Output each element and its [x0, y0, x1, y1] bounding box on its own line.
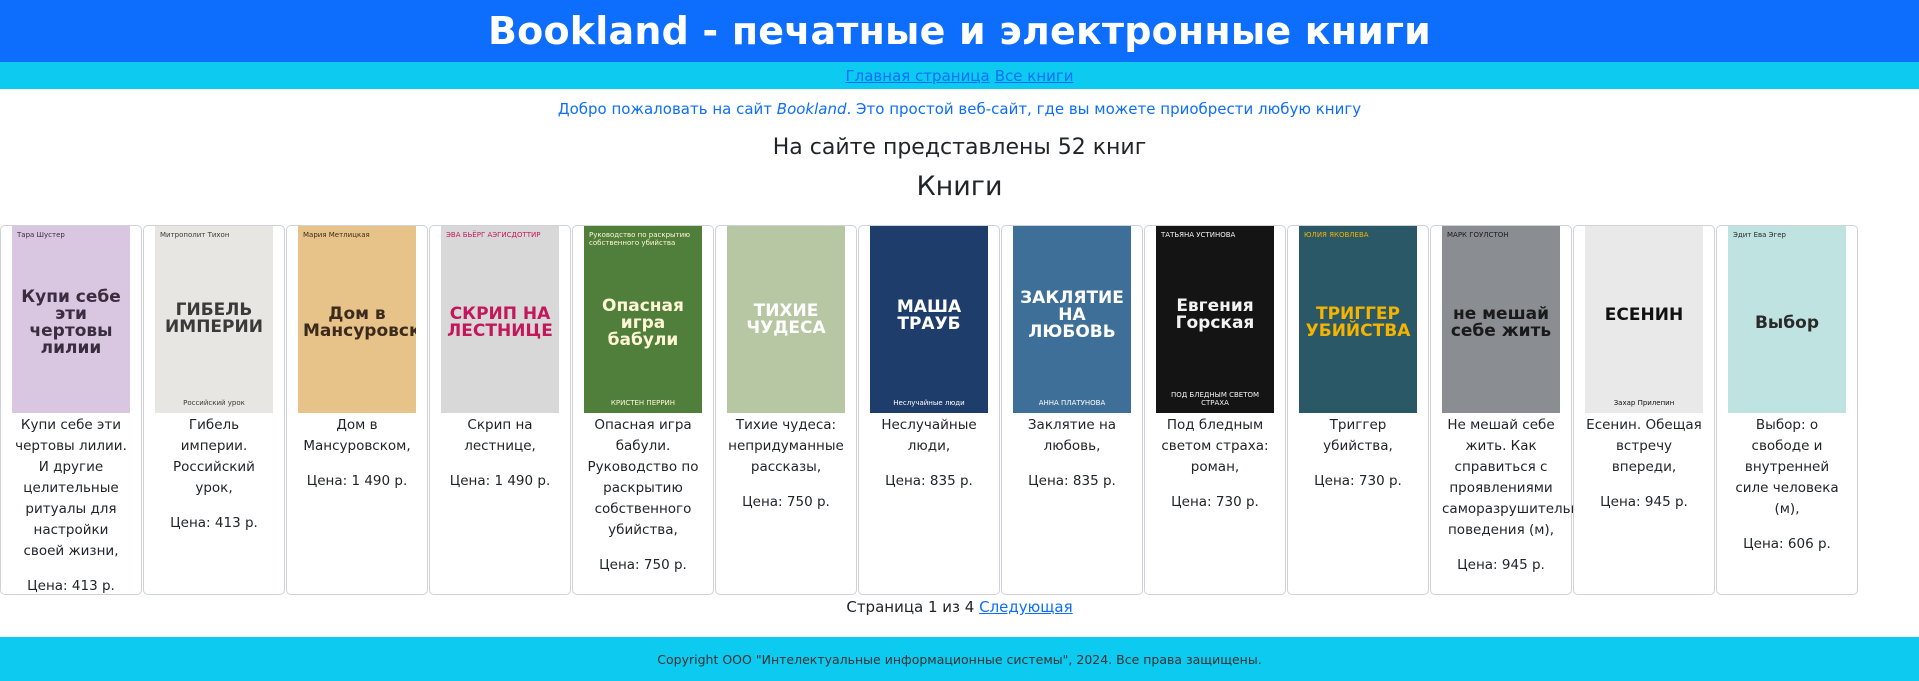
book-cover-image[interactable]: Митрополит Тихон ГИБЕЛЬ ИМПЕРИИ Российский… [155, 226, 273, 413]
cover-subtitle: КРИСТЕН ПЕРРИН [610, 399, 676, 407]
cover-author: Мария Метлицкая [303, 231, 370, 239]
book-card[interactable]: МАША ТРАУБ Неслучайные люди Неслучайные лю… [858, 225, 1000, 595]
book-price: Цена: 730 р. [1314, 473, 1402, 489]
cover-title: Евгения Горская [1175, 296, 1255, 334]
book-title[interactable]: Неслучайные люди, [864, 415, 994, 457]
book-card[interactable]: Тара Шустер Купи себе эти чертовы лилии Ку… [0, 225, 142, 595]
book-cover-image[interactable]: ТИХИЕ ЧУДЕСА [727, 226, 845, 413]
book-cover-image[interactable]: Мария Метлицкая Дом в Мансуровском [298, 226, 416, 413]
book-price: Цена: 945 р. [1457, 557, 1545, 573]
cover-title: ГИБЕЛЬ ИМПЕРИИ [165, 300, 263, 338]
book-title[interactable]: Под бледным светом страха: роман, [1150, 415, 1280, 478]
cover-title: ТИХИЕ ЧУДЕСА [746, 300, 826, 338]
book-card[interactable]: Митрополит Тихон ГИБЕЛЬ ИМПЕРИИ Российский… [143, 225, 285, 595]
book-title[interactable]: Есенин. Обещая встречу впереди, [1579, 415, 1709, 478]
book-cover-image[interactable]: МАРК ГОУЛСТОН не мешай себе жить [1442, 226, 1560, 413]
book-cover-image[interactable]: ЮЛИЯ ЯКОВЛЕВА ТРИГГЕР УБИЙСТВА [1299, 226, 1417, 413]
book-title[interactable]: Тихие чудеса: непридуманные рассказы, [721, 415, 851, 478]
book-card[interactable]: ЗАКЛЯТИЕ НА ЛЮБОВЬ АННА ПЛАТУНОВА Заклятие… [1001, 225, 1143, 595]
book-title[interactable]: Гибель империи. Российский урок, [149, 415, 279, 499]
page-indicator: Страница 1 из 4 [846, 598, 975, 616]
book-cover-image[interactable]: Тара Шустер Купи себе эти чертовы лилии [12, 226, 130, 413]
book-price: Цена: 1 490 р. [306, 473, 408, 489]
book-title[interactable]: Заклятие на любовь, [1007, 415, 1137, 457]
cover-title: Выбор [1754, 312, 1820, 333]
book-title[interactable]: Дом в Мансуровском, [292, 415, 422, 457]
book-price: Цена: 413 р. [27, 578, 115, 594]
book-card[interactable]: ТАТЬЯНА УСТИНОВА Евгения Горская ПОД БЛЕДН… [1144, 225, 1286, 595]
nav-home-link[interactable]: Главная страница [846, 67, 990, 85]
book-price: Цена: 945 р. [1600, 494, 1688, 510]
site-footer: Copyright ООО "Интелектуальные информаци… [0, 637, 1919, 681]
cover-title: СКРИП НА ЛЕСТНИЦЕ [447, 304, 553, 342]
cover-author: Эдит Ева Эгер [1733, 231, 1786, 239]
book-title[interactable]: Купи себе эти чертовы лилии. И другие це… [6, 415, 136, 562]
book-price: Цена: 606 р. [1743, 536, 1831, 552]
books-count: На сайте представлены 52 книг [772, 135, 1147, 160]
book-price: Цена: 730 р. [1171, 494, 1259, 510]
cover-title: ТРИГГЕР УБИЙСТВА [1305, 304, 1411, 342]
cover-title: ЗАКЛЯТИЕ НА ЛЮБОВЬ [1020, 288, 1124, 342]
book-card[interactable]: ЭВА БЬЁРГ АЭГИСДОТТИР СКРИП НА ЛЕСТНИЦЕ Ск… [429, 225, 571, 595]
book-card[interactable]: МАРК ГОУЛСТОН не мешай себе жить Не мешай … [1430, 225, 1603, 595]
book-cover-image[interactable]: ЕСЕНИН Захар Прилепин [1585, 226, 1703, 413]
book-title[interactable]: Скрип на лестнице, [435, 415, 565, 457]
cover-subtitle: Неслучайные люди [893, 399, 965, 407]
top-nav: Главная страница Все книги [0, 62, 1919, 89]
cover-subtitle: Захар Прилепин [1613, 399, 1675, 407]
cover-subtitle: ПОД БЛЕДНЫМ СВЕТОМ СТРАХА [1170, 391, 1260, 407]
welcome-text: Добро пожаловать на сайт Bookland. Это п… [0, 100, 1919, 120]
cover-author: ЮЛИЯ ЯКОВЛЕВА [1304, 231, 1369, 239]
book-title[interactable]: Не мешай себе жить. Как справиться с про… [1436, 415, 1603, 541]
cover-subtitle: АННА ПЛАТУНОВА [1038, 399, 1106, 407]
cover-title: Купи себе эти чертовы лилии [21, 287, 121, 359]
cover-subtitle: Российский урок [183, 399, 245, 407]
books-heading: Книги [916, 171, 1003, 202]
cover-author: МАРК ГОУЛСТОН [1447, 231, 1509, 239]
cover-author: ЭВА БЬЁРГ АЭГИСДОТТИР [446, 231, 541, 239]
cover-author: Тара Шустер [17, 231, 65, 239]
book-price: Цена: 750 р. [599, 557, 687, 573]
welcome-brand: Bookland [776, 100, 847, 118]
book-title[interactable]: Выбор: о свободе и внутренней силе челов… [1722, 415, 1852, 520]
cover-author: Руководство по раскрытию собственного уб… [589, 231, 691, 247]
pagination: Страница 1 из 4 Следующая [0, 598, 1919, 616]
book-grid: Тара Шустер Купи себе эти чертовы лилии Ку… [0, 225, 1858, 595]
book-title[interactable]: Опасная игра бабули. Руководство по раск… [578, 415, 708, 541]
book-price: Цена: 413 р. [170, 515, 258, 531]
book-card[interactable]: ТИХИЕ ЧУДЕСА Тихие чудеса: непридуманные … [715, 225, 857, 595]
site-title: Bookland - печатные и электронные книги [488, 9, 1431, 53]
book-price: Цена: 750 р. [742, 494, 830, 510]
book-cover-image[interactable]: ЭВА БЬЁРГ АЭГИСДОТТИР СКРИП НА ЛЕСТНИЦЕ [441, 226, 559, 413]
site-header: Bookland - печатные и электронные книги [0, 0, 1919, 62]
book-card[interactable]: Руководство по раскрытию собственного уб… [572, 225, 714, 595]
book-cover-image[interactable]: МАША ТРАУБ Неслучайные люди [870, 226, 988, 413]
book-card[interactable]: Эдит Ева Эгер Выбор Выбор: о свободе и вну… [1716, 225, 1858, 595]
welcome-before: Добро пожаловать на сайт [557, 100, 777, 118]
book-card[interactable]: ЮЛИЯ ЯКОВЛЕВА ТРИГГЕР УБИЙСТВА Триггер уби… [1287, 225, 1429, 595]
book-price: Цена: 1 490 р. [449, 473, 551, 489]
nav-all-books-link[interactable]: Все книги [995, 67, 1074, 85]
cover-author: Митрополит Тихон [160, 231, 230, 239]
book-cover-image[interactable]: ТАТЬЯНА УСТИНОВА Евгения Горская ПОД БЛЕДН… [1156, 226, 1274, 413]
copyright-text: Copyright ООО "Интелектуальные информаци… [657, 651, 1262, 667]
book-price: Цена: 835 р. [1028, 473, 1116, 489]
cover-title: не мешай себе жить [1450, 304, 1552, 342]
book-card[interactable]: ЕСЕНИН Захар Прилепин Есенин. Обещая встре… [1573, 225, 1715, 595]
book-cover-image[interactable]: Руководство по раскрытию собственного уб… [584, 226, 702, 413]
cover-title: ЕСЕНИН [1604, 305, 1684, 325]
book-cover-image[interactable]: Эдит Ева Эгер Выбор [1728, 226, 1846, 413]
cover-author: ТАТЬЯНА УСТИНОВА [1161, 231, 1236, 239]
book-title[interactable]: Триггер убийства, [1293, 415, 1423, 457]
next-page-link[interactable]: Следующая [979, 598, 1073, 616]
book-card[interactable]: Мария Метлицкая Дом в Мансуровском Дом в М… [286, 225, 428, 595]
welcome-after: . Это простой веб-сайт, где вы можете пр… [846, 100, 1362, 118]
cover-title: МАША ТРАУБ [896, 296, 962, 334]
book-price: Цена: 835 р. [885, 473, 973, 489]
cover-title: Опасная игра бабули [602, 295, 684, 350]
cover-title: Дом в Мансуровском [303, 304, 416, 342]
book-cover-image[interactable]: ЗАКЛЯТИЕ НА ЛЮБОВЬ АННА ПЛАТУНОВА [1013, 226, 1131, 413]
